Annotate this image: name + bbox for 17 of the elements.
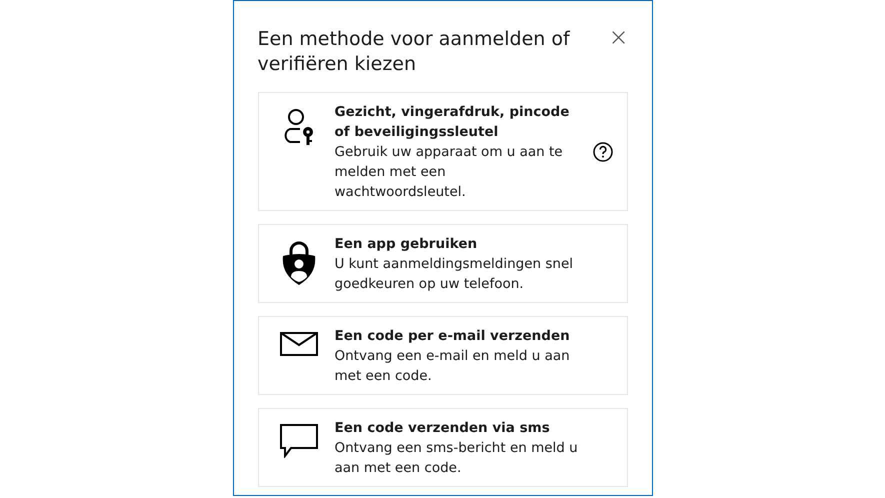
option-description: Gebruik uw apparaat om u aan te melden met een wachtwoordsleutel. [334,143,564,202]
option-title: Gezicht, vingerafdruk, pincode of beveiligingssleutel [334,103,570,142]
option-title: Een app gebruiken [334,235,478,254]
option-title: Een code verzenden via sms [334,419,551,438]
chat-bubble-icon [280,424,318,458]
dialog-title: Een methode voor aanmelden of verifiëren kiezen [258,27,571,77]
close-button[interactable]: × [608,25,630,49]
sign-in-option[interactable]: Een code verzenden via sms Ontvang een sms-bericht en meld u aan met een code. [258,408,628,487]
envelope-icon [280,332,318,356]
help-icon[interactable] [592,142,612,162]
option-title: Een code per e-mail verzenden [334,327,571,346]
option-description: Ontvang een sms-bericht en meld u aan met een code. [334,439,579,478]
sign-in-option[interactable]: Gezicht, vingerafdruk, pincode of beveiligingssleutel Gebruik uw apparaat om u aan te melden met een wachtwoordsleutel. [258,92,628,211]
sign-in-option[interactable]: Een app gebruiken U kunt aanmeldingsmeldingen snel goedkeuren op uw telefoon. [258,224,628,303]
sign-in-option[interactable]: Een code per e-mail verzenden Ontvang een e-mail en meld u aan met een code. [258,316,628,395]
option-description: Ontvang een e-mail en meld u aan met een code. [334,347,571,386]
option-description: U kunt aanmeldingsmeldingen snel goedkeuren op uw telefoon. [334,255,574,294]
